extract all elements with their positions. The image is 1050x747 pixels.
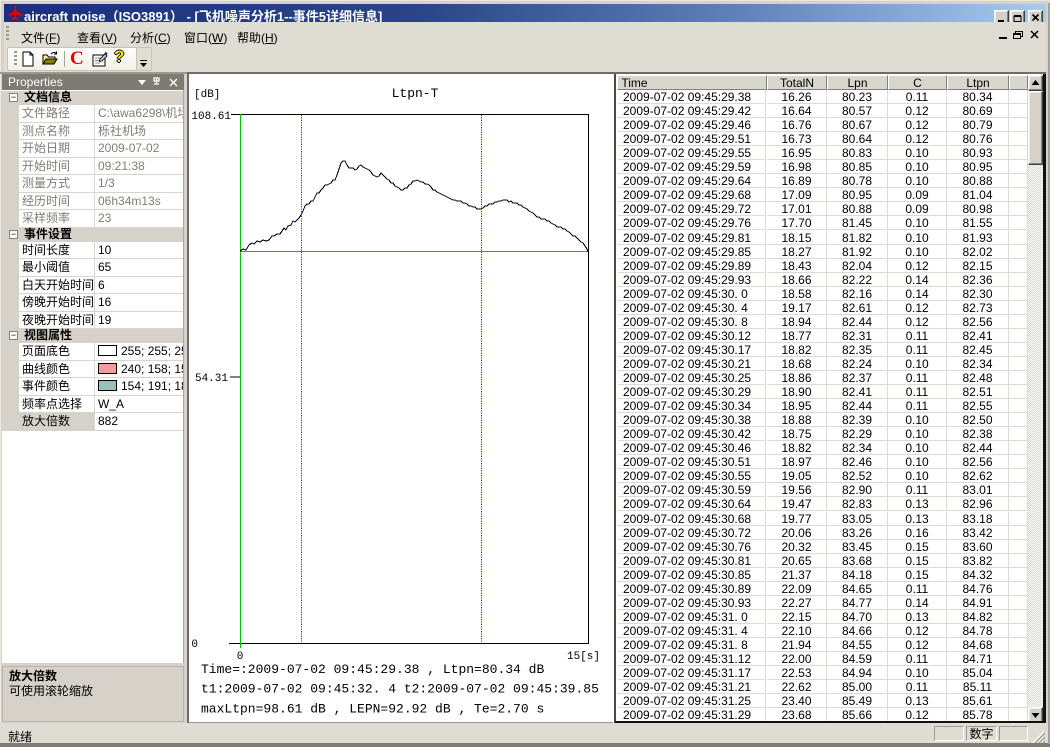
svg-text:15[s]: 15[s] xyxy=(567,651,600,663)
